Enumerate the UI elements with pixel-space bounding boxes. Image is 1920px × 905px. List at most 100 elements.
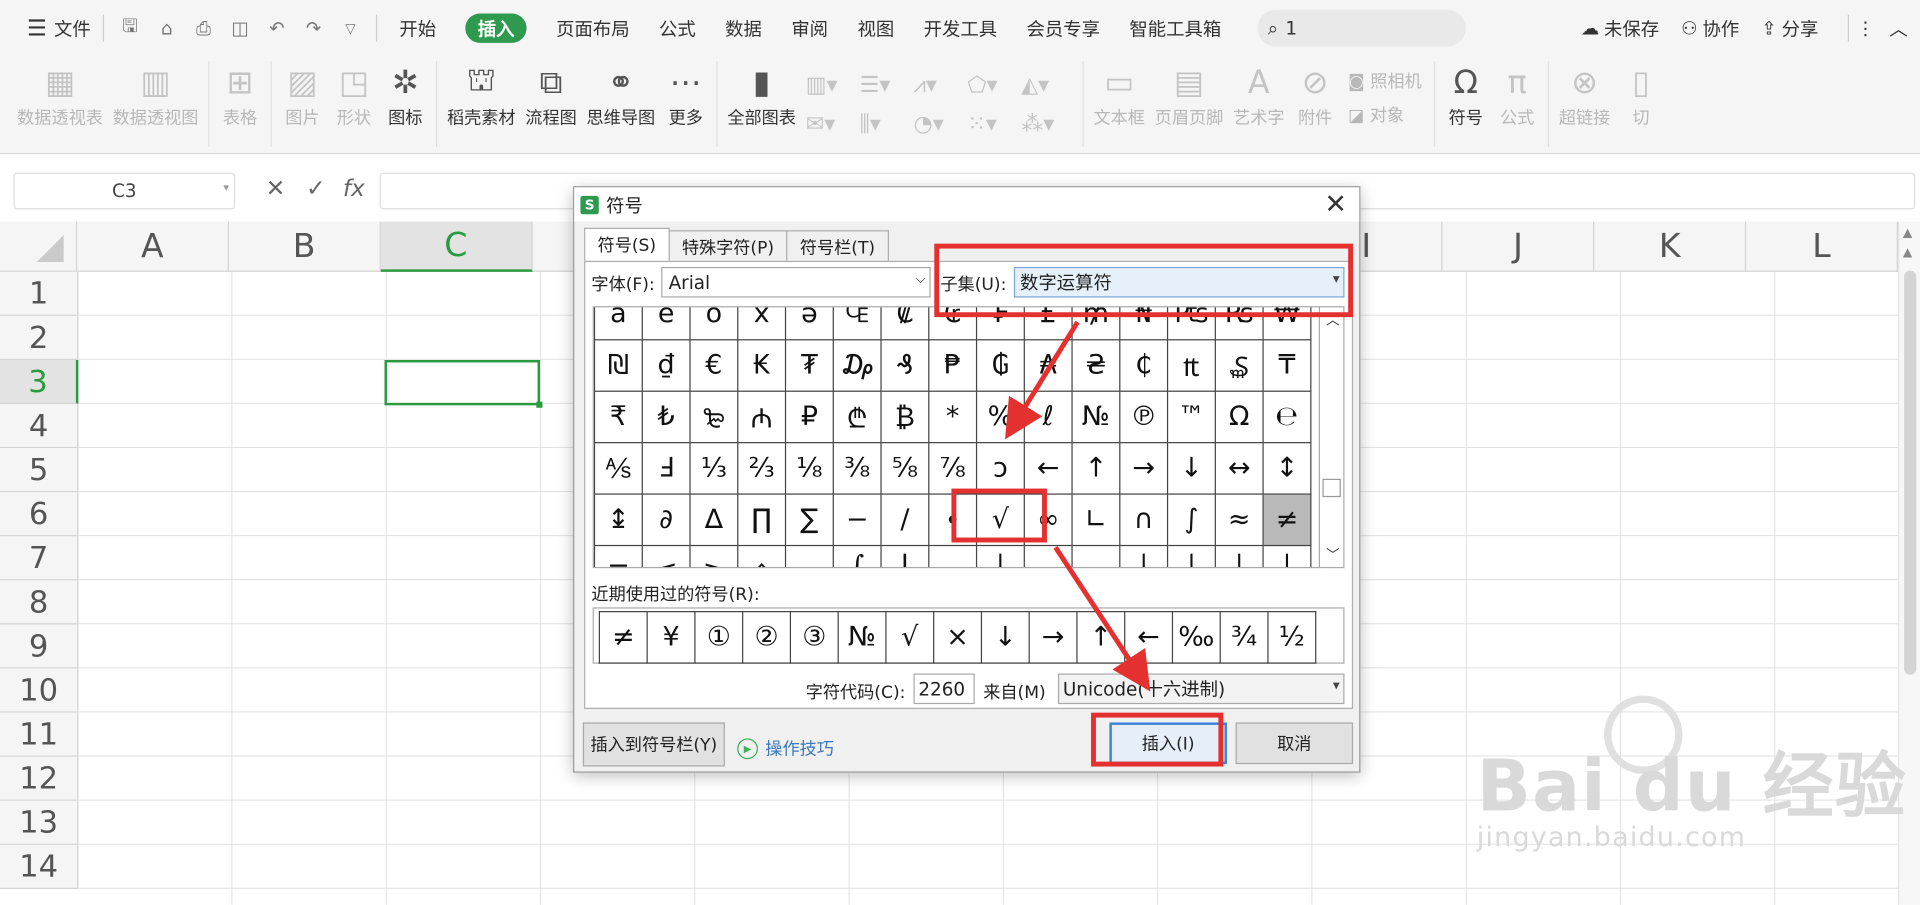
symbol-cell[interactable]: ┘ bbox=[1166, 544, 1216, 567]
symbol-cell[interactable]: ₽ bbox=[784, 390, 834, 444]
wordart-button[interactable]: A 艺术字 bbox=[1228, 61, 1289, 144]
select-all-button[interactable] bbox=[0, 221, 78, 272]
symbol-cell[interactable]: ⅜ bbox=[832, 442, 882, 495]
symbol-cell[interactable]: ├ bbox=[1214, 544, 1264, 567]
recent-symbol-cell[interactable]: ¾ bbox=[1219, 611, 1269, 664]
column-header[interactable]: K bbox=[1595, 221, 1747, 272]
symbol-cell[interactable]: Ω bbox=[1214, 390, 1264, 444]
area-chart-icon[interactable]: ◭▾ bbox=[1021, 66, 1072, 103]
symbol-cell[interactable]: → bbox=[1119, 442, 1169, 495]
symbol-cell[interactable]: ₰ bbox=[880, 339, 930, 392]
symbol-cell[interactable]: ↄ bbox=[975, 442, 1025, 495]
mindmap-button[interactable]: ⚭ 思维导图 bbox=[582, 61, 660, 144]
from-select[interactable]: Unicode(十六进制) ▾ bbox=[1057, 673, 1345, 705]
file-menu[interactable]: ☰ 文件 bbox=[22, 10, 96, 47]
symbol-cell[interactable]: ← bbox=[1023, 442, 1073, 495]
tab-member[interactable]: 会员专享 bbox=[1026, 15, 1099, 41]
header-footer-button[interactable]: ▤ 页眉页脚 bbox=[1150, 61, 1228, 144]
insert-to-symbol-bar-button[interactable]: 插入到符号栏(Y) bbox=[582, 722, 725, 767]
tab-smart-toolbox[interactable]: 智能工具箱 bbox=[1129, 15, 1221, 41]
symbol-cell[interactable]: ⅞ bbox=[928, 442, 978, 495]
symbol-cell[interactable]: Ⅎ bbox=[641, 442, 691, 495]
save-icon[interactable]: 🖫 bbox=[112, 10, 149, 47]
dialog-titlebar[interactable]: S 符号 bbox=[574, 187, 1360, 222]
symbol-cell[interactable]: ₫ bbox=[641, 339, 691, 392]
more-options-icon[interactable]: ⋮ bbox=[1856, 17, 1874, 39]
symbol-cell[interactable]: ↨ bbox=[593, 493, 643, 547]
cancel-entry-icon[interactable]: ✕ bbox=[266, 175, 285, 202]
tab-review[interactable]: 审阅 bbox=[791, 15, 828, 41]
symbol-cell[interactable]: € bbox=[689, 339, 739, 392]
row-header[interactable]: 13 bbox=[0, 800, 79, 845]
row-header[interactable]: 6 bbox=[0, 492, 79, 537]
recent-symbol-cell[interactable]: × bbox=[933, 611, 983, 664]
row-header[interactable]: 7 bbox=[0, 536, 79, 581]
row-header[interactable]: 9 bbox=[0, 624, 79, 669]
share-button[interactable]: ⇪ 分享 bbox=[1761, 15, 1818, 41]
symbol-cell[interactable]: o bbox=[689, 307, 739, 341]
picture-button[interactable]: ▨ 图片 bbox=[277, 61, 328, 144]
symbol-cell[interactable]: ₼ bbox=[737, 390, 787, 444]
recent-symbol-cell[interactable]: ③ bbox=[789, 611, 839, 664]
symbol-cell[interactable]: ₾ bbox=[832, 390, 882, 444]
symbol-cell[interactable]: ℓ bbox=[1023, 390, 1073, 444]
recent-symbol-cell[interactable]: № bbox=[837, 611, 887, 664]
symbol-cell[interactable]: ≥ bbox=[689, 544, 739, 567]
tab-view[interactable]: 视图 bbox=[857, 15, 894, 41]
symbol-cell[interactable]: ₯ bbox=[832, 339, 882, 392]
symbol-cell[interactable]: x bbox=[737, 307, 787, 341]
redo-icon[interactable]: ↷ bbox=[295, 10, 332, 47]
radar-chart-icon[interactable]: ⬠▾ bbox=[967, 66, 1018, 103]
flowchart-button[interactable]: ⧉ 流程图 bbox=[520, 61, 581, 144]
daoke-button[interactable]: ⛫ 稻壳素材 bbox=[442, 61, 520, 144]
row-header[interactable]: 14 bbox=[0, 844, 79, 889]
symbol-cell[interactable]: ℗ bbox=[1119, 390, 1169, 444]
symbol-cell[interactable]: ⌐ bbox=[784, 544, 834, 567]
symbol-cell[interactable]: ⅍ bbox=[593, 442, 643, 495]
confirm-entry-icon[interactable]: ✓ bbox=[306, 175, 325, 202]
tab-page-layout[interactable]: 页面布局 bbox=[556, 15, 629, 41]
tab-data[interactable]: 数据 bbox=[725, 15, 762, 41]
symbol-cell[interactable]: ─ bbox=[928, 544, 978, 567]
unsaved-status[interactable]: ☁ 未保存 bbox=[1581, 15, 1659, 41]
recent-symbol-cell[interactable]: ② bbox=[742, 611, 792, 664]
symbol-cell[interactable]: ™ bbox=[1166, 390, 1216, 444]
symbol-cell[interactable]: ∕ bbox=[880, 493, 930, 547]
insert-function-icon[interactable]: fx bbox=[343, 175, 365, 202]
symbol-cell[interactable]: ↕ bbox=[1262, 442, 1312, 495]
row-header[interactable]: 1 bbox=[0, 271, 79, 316]
symbol-cell[interactable]: ₺ bbox=[641, 390, 691, 444]
pivot-table-button[interactable]: ▦ 数据透视表 bbox=[12, 61, 108, 144]
tab-formulas[interactable]: 公式 bbox=[659, 15, 696, 41]
row-header[interactable]: 2 bbox=[0, 315, 79, 361]
scroll-thumb[interactable] bbox=[1322, 478, 1341, 498]
symbol-cell[interactable]: ≤ bbox=[641, 544, 691, 567]
symbol-cell[interactable]: ∆ bbox=[689, 493, 739, 547]
shape-button[interactable]: ◳ 形状 bbox=[328, 61, 379, 144]
search-box[interactable]: ⌕ 1 bbox=[1257, 9, 1467, 47]
symbol-cell[interactable]: № bbox=[1071, 390, 1121, 444]
scroll-thumb[interactable] bbox=[1904, 270, 1917, 675]
symbol-cell[interactable]: ≡ bbox=[593, 544, 643, 567]
tab-symbols[interactable]: 符号(S) bbox=[584, 227, 670, 261]
recent-symbol-cell[interactable]: ‰ bbox=[1171, 611, 1221, 664]
symbol-cell[interactable]: − bbox=[832, 493, 882, 547]
font-select[interactable]: Arial ⌵ bbox=[661, 266, 931, 298]
symbol-cell[interactable]: ₮ bbox=[784, 339, 834, 392]
attachment-button[interactable]: ⊘ 附件 bbox=[1289, 61, 1340, 144]
recent-symbol-cell[interactable]: ↑ bbox=[1076, 611, 1126, 664]
camera-button[interactable]: ◙ 照相机 bbox=[1348, 69, 1422, 93]
symbol-cell[interactable]: ₵ bbox=[1119, 339, 1169, 392]
slicer-button[interactable]: ▯ 切 bbox=[1615, 61, 1666, 144]
symbol-cell[interactable]: ≠ bbox=[1262, 493, 1312, 547]
row-header[interactable]: 5 bbox=[0, 448, 79, 493]
stock-chart-icon[interactable]: ⫼▾ bbox=[860, 105, 911, 142]
cancel-button[interactable]: 取消 bbox=[1235, 722, 1354, 765]
symbol-cell[interactable]: ↔ bbox=[1214, 442, 1264, 495]
symbol-cell[interactable]: ∟ bbox=[1071, 493, 1121, 547]
undo-icon[interactable]: ↶ bbox=[259, 10, 296, 47]
symbol-cell[interactable]: ∏ bbox=[737, 493, 787, 547]
symbol-cell[interactable]: ₹ bbox=[593, 390, 643, 444]
symbol-cell[interactable]: ⅔ bbox=[737, 442, 787, 495]
symbol-cell[interactable]: ₠ bbox=[832, 307, 882, 341]
